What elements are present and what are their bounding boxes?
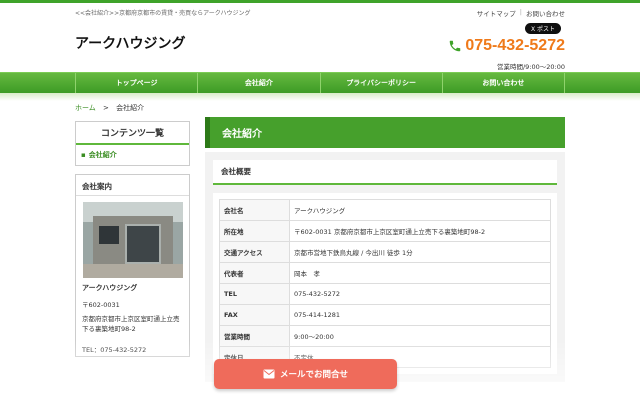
row-label: 交通アクセス bbox=[219, 241, 290, 263]
page-title: 会社紹介 bbox=[205, 117, 565, 148]
table-row: 交通アクセス 京都市営地下鉄烏丸線 / 今出川 徒歩 1分 bbox=[219, 241, 551, 263]
table-row: TEL 075-432-5272 bbox=[219, 283, 551, 305]
row-value: 京都市営地下鉄烏丸線 / 今出川 徒歩 1分 bbox=[289, 241, 551, 263]
breadcrumb-current: 会社紹介 bbox=[116, 104, 145, 112]
company-zip: 〒602-0031 bbox=[82, 301, 120, 309]
overview-panel: 会社概要 会社名 アークハウジング 所在地 〒602-0031 京都府京都市上京区室町… bbox=[205, 152, 565, 382]
site-header: <<会社紹介>>京都府京都市の賃貸・売買ならアークハウジング サイトマップ | … bbox=[75, 3, 565, 72]
global-nav: トップページ 会社紹介 プライバシーポリシー お問い合わせ bbox=[0, 72, 640, 93]
office-photo bbox=[82, 202, 183, 278]
site-tagline: <<会社紹介>>京都府京都市の賃貸・売買ならアークハウジング bbox=[75, 10, 251, 17]
sidebar: コンテンツ一覧 ▪ 会社紹介 会社案内 アークハウジング 〒602-0031 京都… bbox=[75, 121, 190, 365]
row-value: 9:00～20:00 bbox=[289, 325, 551, 347]
row-label: FAX bbox=[219, 304, 290, 326]
business-hours: 営業時間/9:00～20:00 bbox=[496, 63, 565, 71]
x-post-button[interactable]: X ポスト bbox=[524, 23, 561, 34]
breadcrumb-separator: > bbox=[103, 104, 109, 112]
table-row: FAX 075-414-1281 bbox=[219, 304, 551, 326]
row-value: 075-432-5272 bbox=[289, 283, 551, 305]
row-label: 所在地 bbox=[219, 220, 290, 242]
company-tel: TEL：075-432-5272 bbox=[82, 346, 147, 354]
sitemap-link[interactable]: サイトマップ bbox=[477, 8, 516, 18]
nav-item-company[interactable]: 会社紹介 bbox=[198, 73, 321, 93]
phone-text: 075-432-5272 bbox=[465, 37, 565, 54]
row-label: 代表者 bbox=[219, 262, 290, 284]
link-separator: | bbox=[519, 8, 522, 16]
row-label: TEL bbox=[219, 283, 290, 305]
phone-icon bbox=[450, 40, 461, 52]
company-info-box: 会社案内 アークハウジング 〒602-0031 京都府京都市上京区室町通上立売下… bbox=[75, 174, 190, 357]
row-label: 会社名 bbox=[219, 199, 290, 221]
sidebar-item-label: 会社紹介 bbox=[88, 151, 117, 159]
bullet-icon: ▪ bbox=[81, 151, 86, 159]
content-wrapper: コンテンツ一覧 ▪ 会社紹介 会社案内 アークハウジング 〒602-0031 京都… bbox=[75, 115, 565, 400]
site-logo[interactable]: アークハウジング bbox=[75, 33, 185, 53]
company-info-title: 会社案内 bbox=[76, 175, 189, 196]
nav-shadow-band bbox=[0, 93, 640, 101]
company-address: 京都府京都市上京区室町通上立売下る裏築地町98-2 bbox=[82, 315, 180, 333]
table-row: 代表者 岡本 孝 bbox=[219, 262, 551, 284]
table-row: 営業時間 9:00～20:00 bbox=[219, 325, 551, 347]
phone-number[interactable]: 075-432-5272 bbox=[448, 37, 565, 55]
mail-button-label: メールでお問合せ bbox=[279, 370, 348, 380]
mail-icon bbox=[263, 369, 275, 379]
table-row: 所在地 〒602-0031 京都府京都市上京区室町通上立売下る裏築地町98-2 bbox=[219, 220, 551, 242]
breadcrumb-home[interactable]: ホーム bbox=[75, 104, 96, 112]
overview-table-wrap: 会社名 アークハウジング 所在地 〒602-0031 京都府京都市上京区室町通上立売下… bbox=[213, 193, 557, 374]
row-value: アークハウジング bbox=[289, 199, 551, 221]
table-row: 会社名 アークハウジング bbox=[219, 199, 551, 221]
company-overview-table: 会社名 アークハウジング 所在地 〒602-0031 京都府京都市上京区室町通上立売下… bbox=[219, 199, 551, 368]
sidebar-item-company[interactable]: ▪ 会社紹介 bbox=[76, 145, 189, 165]
main-content: 会社紹介 会社概要 会社名 アークハウジング 所在地 〒602-0031 京都府京都市… bbox=[205, 117, 565, 382]
section-heading: 会社概要 bbox=[213, 160, 557, 185]
company-name: アークハウジング bbox=[82, 284, 138, 292]
mail-contact-button[interactable]: メールでお問合せ bbox=[214, 359, 397, 389]
row-value: 075-414-1281 bbox=[289, 304, 551, 326]
nav-item-top[interactable]: トップページ bbox=[76, 73, 199, 93]
row-label: 営業時間 bbox=[219, 325, 290, 347]
row-value: 〒602-0031 京都府京都市上京区室町通上立売下る裏築地町98-2 bbox=[289, 220, 551, 242]
nav-item-contact[interactable]: お問い合わせ bbox=[443, 73, 565, 93]
nav-item-privacy[interactable]: プライバシーポリシー bbox=[321, 73, 443, 93]
utility-links: サイトマップ | お問い合わせ bbox=[477, 8, 565, 18]
contents-box: コンテンツ一覧 ▪ 会社紹介 bbox=[75, 121, 190, 166]
contact-link[interactable]: お問い合わせ bbox=[526, 8, 565, 18]
contents-title: コンテンツ一覧 bbox=[76, 122, 189, 145]
breadcrumb: ホーム > 会社紹介 bbox=[75, 101, 565, 115]
row-value: 岡本 孝 bbox=[289, 262, 551, 284]
